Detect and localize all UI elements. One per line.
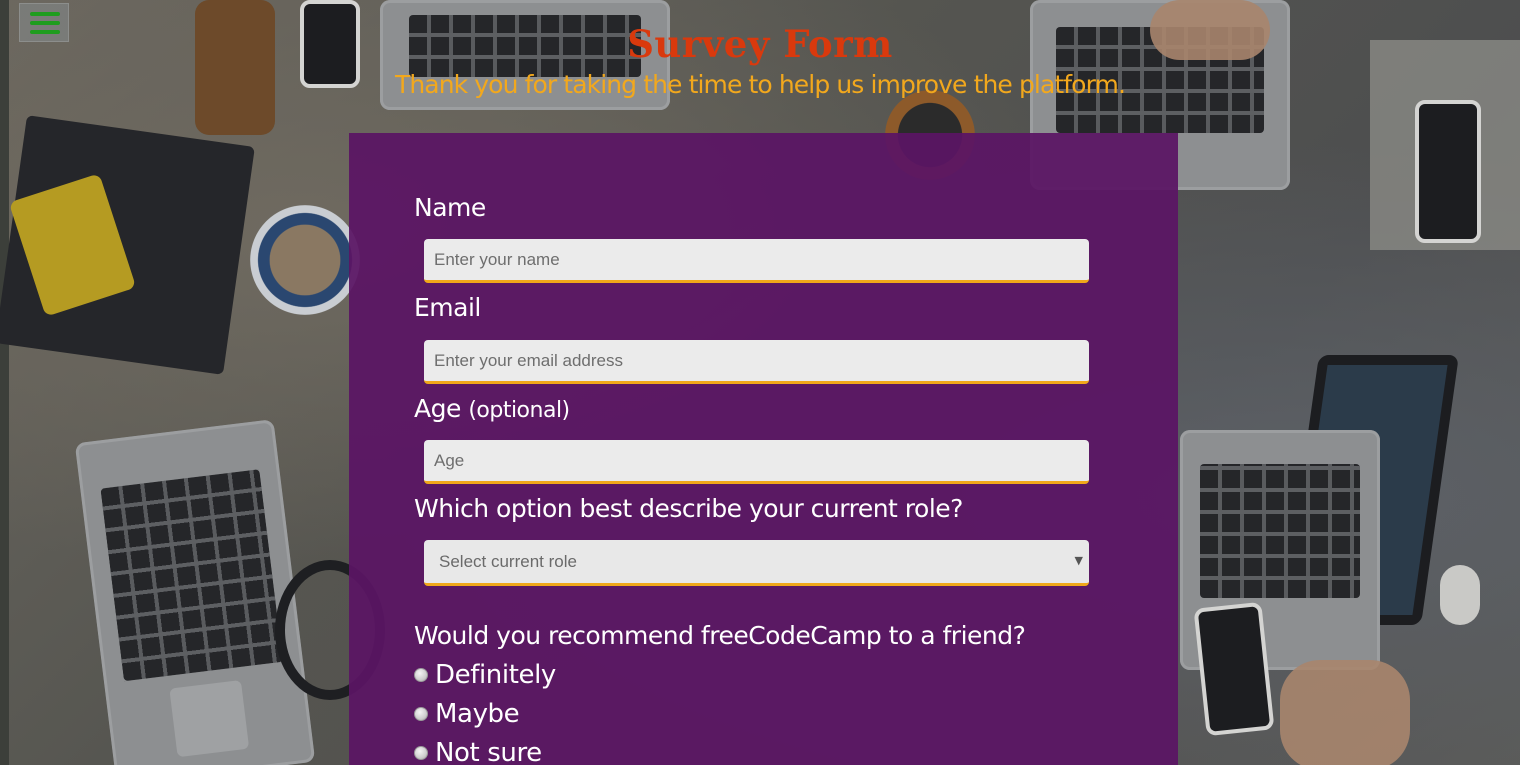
role-dropdown[interactable]: Select current role ▼ [424,540,1089,586]
radio-label: Not sure [435,738,542,765]
background-keyboard [100,469,283,681]
background-mouse [1440,565,1480,625]
page-title: Survey Form [627,22,893,66]
background-hand-bottom [1280,660,1410,765]
radio-option-maybe[interactable]: Maybe [414,699,520,729]
page-subtitle: Thank you for taking the time to help us… [394,70,1126,99]
name-input[interactable] [424,239,1089,283]
radio-label: Maybe [435,699,520,729]
radio-button[interactable] [414,668,428,682]
email-input[interactable] [424,340,1089,384]
email-label: Email [414,293,481,322]
caret-down-icon: ▼ [1074,554,1083,567]
role-label: Which option best describe your current … [414,494,963,523]
age-label: Age [414,394,461,423]
name-label: Name [414,193,486,222]
background-edge [0,0,9,765]
survey-form: Name Email Age (optional) Which option b… [349,133,1178,765]
radio-option-definitely[interactable]: Definitely [414,660,556,690]
background-trackpad [169,680,250,758]
age-optional-label: (optional) [468,398,570,423]
radio-label: Definitely [435,660,556,690]
age-label-group: Age (optional) [414,394,570,426]
radio-option-not-sure[interactable]: Not sure [414,738,542,765]
background-keyboard [1200,463,1360,599]
background-bowl [250,205,360,315]
age-input[interactable] [424,440,1089,484]
background-laptop-left [74,419,316,765]
radio-button[interactable] [414,707,428,721]
radio-button[interactable] [414,746,428,760]
menu-bar [30,12,60,16]
role-dropdown-value: Select current role [439,552,577,571]
page-header: Survey Form Thank you for taking the tim… [0,20,1520,99]
recommend-question: Would you recommend freeCodeCamp to a fr… [414,621,1026,650]
background-phone-right [1415,100,1481,243]
background-phone-hand [1193,601,1275,737]
